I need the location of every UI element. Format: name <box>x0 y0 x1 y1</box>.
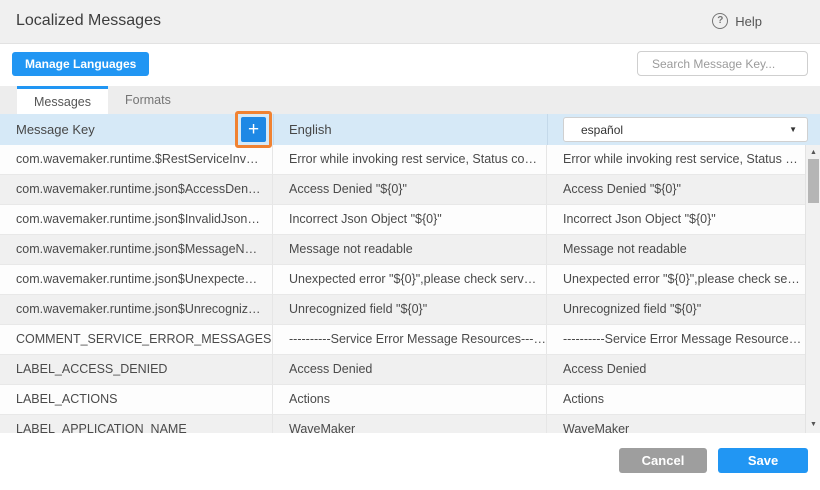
message-key-cell[interactable]: com.wavemaker.runtime.$RestServiceInv… <box>0 145 273 174</box>
tab-messages[interactable]: Messages <box>17 86 108 114</box>
tab-formats[interactable]: Formats <box>108 86 188 114</box>
message-key-cell[interactable]: LABEL_APPLICATION_NAME <box>0 415 273 433</box>
toolbar: Manage Languages <box>0 44 820 86</box>
page-title: Localized Messages <box>16 12 161 30</box>
english-cell[interactable]: Incorrect Json Object "${0}" <box>273 205 547 234</box>
english-cell[interactable]: Unrecognized field "${0}" <box>273 295 547 324</box>
table-row[interactable]: LABEL_APPLICATION_NAME WaveMaker WaveMak… <box>0 415 805 433</box>
table-row[interactable]: COMMENT_SERVICE_ERROR_MESSAGES ---------… <box>0 325 805 355</box>
language-select[interactable]: español ▼ <box>563 117 808 142</box>
english-cell[interactable]: WaveMaker <box>273 415 547 433</box>
translation-cell[interactable]: Access Denied "${0}" <box>547 175 805 204</box>
english-cell[interactable]: Access Denied "${0}" <box>273 175 547 204</box>
table-row[interactable]: LABEL_ACCESS_DENIED Access Denied Access… <box>0 355 805 385</box>
localized-messages-dialog: Localized Messages ? Help Manage Languag… <box>0 0 820 490</box>
table-row[interactable]: com.wavemaker.runtime.json$AccessDen… Ac… <box>0 175 805 205</box>
translation-cell[interactable]: Incorrect Json Object "${0}" <box>547 205 805 234</box>
message-key-cell[interactable]: com.wavemaker.runtime.json$MessageN… <box>0 235 273 264</box>
english-cell[interactable]: Error while invoking rest service, Statu… <box>273 145 547 174</box>
english-cell[interactable]: Actions <box>273 385 547 414</box>
translation-cell[interactable]: Unexpected error "${0}",please check se… <box>547 265 805 294</box>
message-key-cell[interactable]: com.wavemaker.runtime.json$AccessDen… <box>0 175 273 204</box>
table-row[interactable]: LABEL_ACTIONS Actions Actions <box>0 385 805 415</box>
translation-cell[interactable]: Access Denied <box>547 355 805 384</box>
translation-cell[interactable]: ----------Service Error Message Resource… <box>547 325 805 354</box>
message-key-cell[interactable]: COMMENT_SERVICE_ERROR_MESSAGES <box>0 325 273 354</box>
table-header: Message Key + English español ▼ <box>0 114 820 145</box>
message-key-cell[interactable]: com.wavemaker.runtime.json$Unexpecte… <box>0 265 273 294</box>
dialog-titlebar: Localized Messages ? Help <box>0 0 820 44</box>
cancel-button[interactable]: Cancel <box>619 448 707 473</box>
message-key-cell[interactable]: LABEL_ACCESS_DENIED <box>0 355 273 384</box>
search-box[interactable] <box>637 51 808 76</box>
tab-bar: Messages Formats <box>0 86 820 114</box>
scroll-down-icon[interactable]: ▼ <box>806 419 820 431</box>
message-key-cell[interactable]: LABEL_ACTIONS <box>0 385 273 414</box>
save-button[interactable]: Save <box>718 448 808 473</box>
message-key-cell[interactable]: com.wavemaker.runtime.json$InvalidJson… <box>0 205 273 234</box>
manage-languages-button[interactable]: Manage Languages <box>12 52 149 76</box>
translation-cell[interactable]: Unrecognized field "${0}" <box>547 295 805 324</box>
column-header-english: English <box>289 114 332 145</box>
table-row[interactable]: com.wavemaker.runtime.json$Unexpecte… Un… <box>0 265 805 295</box>
message-key-cell[interactable]: com.wavemaker.runtime.json$Unrecogniz… <box>0 295 273 324</box>
english-cell[interactable]: ----------Service Error Message Resource… <box>273 325 547 354</box>
add-message-button[interactable]: + <box>241 117 266 142</box>
search-input[interactable] <box>652 57 807 71</box>
table-row[interactable]: com.wavemaker.runtime.$RestServiceInv… E… <box>0 145 805 175</box>
help-icon: ? <box>712 13 728 29</box>
help-button[interactable]: ? Help <box>712 13 762 29</box>
translation-cell[interactable]: Actions <box>547 385 805 414</box>
messages-table-body: com.wavemaker.runtime.$RestServiceInv… E… <box>0 145 805 433</box>
english-cell[interactable]: Access Denied <box>273 355 547 384</box>
english-cell[interactable]: Unexpected error "${0}",please check ser… <box>273 265 547 294</box>
table-row[interactable]: com.wavemaker.runtime.json$Unrecogniz… U… <box>0 295 805 325</box>
table-row[interactable]: com.wavemaker.runtime.json$InvalidJson… … <box>0 205 805 235</box>
english-cell[interactable]: Message not readable <box>273 235 547 264</box>
translation-cell[interactable]: WaveMaker <box>547 415 805 433</box>
scroll-up-icon[interactable]: ▲ <box>806 147 820 159</box>
translation-cell[interactable]: Message not readable <box>547 235 805 264</box>
help-label: Help <box>735 14 762 29</box>
translation-cell[interactable]: Error while invoking rest service, Statu… <box>547 145 805 174</box>
table-scrollbar[interactable]: ▲ ▼ <box>805 145 820 433</box>
table-row[interactable]: com.wavemaker.runtime.json$MessageN… Mes… <box>0 235 805 265</box>
dialog-footer: Cancel Save <box>0 433 820 490</box>
scrollbar-thumb[interactable] <box>808 159 819 203</box>
column-header-message-key: Message Key <box>16 114 95 145</box>
chevron-down-icon: ▼ <box>789 125 797 134</box>
language-select-value: español <box>581 123 789 137</box>
header-divider <box>547 114 548 145</box>
header-divider <box>273 114 274 145</box>
